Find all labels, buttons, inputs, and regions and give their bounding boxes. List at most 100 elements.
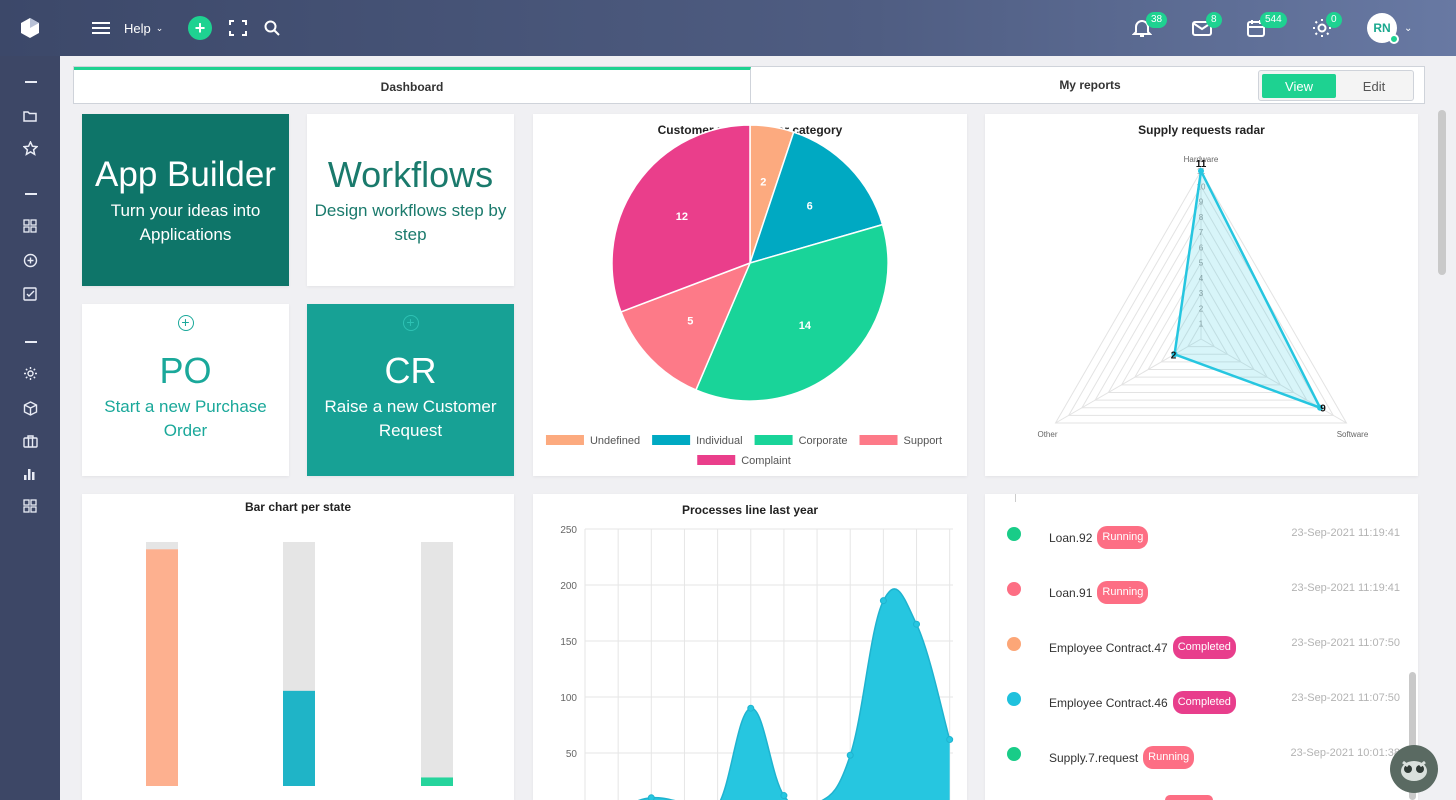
timestamp: 23-Sep-2021 11:07:50: [1291, 692, 1400, 704]
bar-chart-card: Bar chart per state: [82, 494, 514, 800]
sidebar-item-apps[interactable]: [0, 491, 60, 521]
user-initials: RN: [1373, 21, 1391, 35]
view-edit-toggle: View Edit: [1258, 70, 1414, 101]
data-point: [879, 597, 887, 605]
pie-data-label: 2: [760, 176, 766, 188]
messages-button[interactable]: 8: [1192, 0, 1222, 56]
y-tick-label: 100: [560, 693, 577, 704]
sidebar-item-modules[interactable]: [0, 393, 60, 423]
list-item-name: Loan.92 Running: [1049, 526, 1149, 549]
help-menu[interactable]: Help ⌄: [124, 0, 163, 56]
sidebar-item-settings[interactable]: [0, 358, 60, 388]
top-bar: Help ⌄ + 38 8 544 0 RN ⌄: [0, 0, 1456, 56]
chevron-down-icon: ⌄: [155, 22, 164, 33]
pie-data-label: 14: [799, 320, 812, 332]
add-button[interactable]: +: [188, 0, 212, 56]
tile-subtitle: Start a new Purchase Order: [104, 397, 267, 440]
sidebar-item-favorites[interactable]: [0, 133, 60, 163]
legend-label: Corporate: [799, 435, 848, 447]
workflows-tile[interactable]: Workflows Design workflows step by step: [307, 114, 514, 286]
status-dot: [1007, 747, 1021, 761]
sidebar-item-dashboards[interactable]: [0, 211, 60, 241]
legend-label: Complaint: [741, 455, 791, 467]
cr-tile[interactable]: + CR Raise a new Customer Request: [307, 304, 514, 476]
data-point: [780, 792, 788, 800]
radar-data-polygon: [1173, 166, 1323, 410]
list-item[interactable]: Employee Contract.46 Completed 23-Sep-2021…: [985, 683, 1417, 714]
list-item[interactable]: Employee Contract.47 Completed 23-Sep-2021…: [985, 628, 1417, 659]
app-builder-tile[interactable]: App Builder Turn your ideas into Applica…: [82, 114, 289, 286]
view-button[interactable]: View: [1262, 74, 1336, 98]
online-status-dot: [1389, 34, 1399, 44]
sidebar-item-tasks[interactable]: [0, 279, 60, 309]
sidebar-item-portfolio[interactable]: [0, 426, 60, 456]
radar-data-label: 2: [1171, 350, 1177, 361]
status-badge: Running: [1097, 581, 1149, 604]
checkbox-icon: [23, 287, 37, 301]
y-tick-label: 150: [560, 637, 577, 648]
logo-icon: [21, 18, 39, 38]
sidebar-item-folders[interactable]: [0, 101, 60, 131]
assistant-bot-button[interactable]: [1390, 745, 1438, 793]
bar-background: [421, 542, 453, 786]
folder-icon: [23, 111, 37, 122]
pie-data-label: 12: [676, 211, 688, 223]
pie-chart: 2 6 14 5 12 Undefined Individual Corporate Suppo…: [545, 124, 943, 467]
search-button[interactable]: [264, 0, 280, 56]
process-name: Loan.91: [1049, 585, 1093, 600]
status-dot: [1007, 692, 1021, 706]
status-dot: [1007, 527, 1021, 541]
bar: [421, 777, 453, 786]
plus-circle-icon: [23, 253, 37, 267]
list-item-name: Employee Contract.46 Completed: [1049, 691, 1236, 714]
legend-swatch: [697, 455, 736, 465]
edit-button[interactable]: Edit: [1337, 74, 1411, 98]
plus-icon: +: [188, 16, 212, 40]
plus-circle-icon: +: [177, 315, 194, 331]
list-item[interactable]: Loan.92 Running 23-Sep-2021 11:19:41: [985, 518, 1417, 549]
tab-dashboard[interactable]: Dashboard: [74, 67, 751, 103]
notifications-badge: 38: [1146, 12, 1168, 28]
process-name: Supply.7.request: [1049, 750, 1139, 765]
timestamp: 23-Sep-2021 11:07:50: [1291, 637, 1400, 649]
radar-axis-label: Software: [1337, 430, 1369, 439]
calendar-button[interactable]: 544: [1247, 0, 1287, 56]
process-name: Employee Contract.46: [1049, 695, 1168, 710]
bar-chart-icon: [24, 469, 35, 480]
briefcase-icon: [22, 435, 38, 448]
calendar-badge: 544: [1260, 12, 1287, 28]
help-label: Help: [124, 20, 151, 36]
user-menu[interactable]: RN ⌄: [1367, 0, 1412, 56]
tile-title: PO: [159, 350, 212, 391]
sidebar-item-create[interactable]: [0, 245, 60, 275]
fullscreen-button[interactable]: [229, 0, 247, 56]
tasks-button[interactable]: 0: [1312, 0, 1342, 56]
list-item[interactable]: Loan.91 Running 23-Sep-2021 11:19:41: [985, 573, 1417, 604]
app-logo[interactable]: [0, 0, 60, 56]
tile-title: CR: [384, 350, 437, 391]
status-dot: [1007, 582, 1021, 596]
legend-label: Individual: [696, 435, 742, 447]
y-tick-label: 200: [560, 581, 577, 592]
gear-icon: [23, 366, 37, 380]
pie-data-label: 5: [687, 315, 693, 327]
plus-circle-icon: +: [402, 315, 419, 331]
hamburger-menu-button[interactable]: [92, 0, 110, 56]
timestamp: 23-Sep-2021 11:19:41: [1291, 582, 1400, 594]
bot-icon: [1401, 760, 1427, 781]
activity-list: Loan.92 Running 23-Sep-2021 11:19:41 Loan.9…: [985, 494, 1418, 800]
legend-label: Support: [904, 435, 943, 447]
list-item-name: Employee Contract.47 Completed: [1049, 636, 1236, 659]
data-point: [747, 704, 755, 712]
page-scrollbar[interactable]: [1438, 110, 1446, 275]
timestamp: 23-Sep-2021 11:19:41: [1291, 527, 1400, 539]
notifications-button[interactable]: 38: [1132, 0, 1168, 56]
timeline-line: [1015, 494, 1016, 502]
radar-data-label: 9: [1320, 404, 1326, 415]
sidebar-divider: [25, 341, 37, 343]
legend-swatch: [545, 435, 584, 445]
po-tile[interactable]: + PO Start a new Purchase Order: [82, 304, 289, 476]
list-item[interactable]: Supply.7.request Running 23-Sep-2021 10:01…: [985, 738, 1417, 769]
process-name: Employee Contract.47: [1049, 640, 1168, 655]
sidebar-item-reports[interactable]: [0, 459, 60, 489]
